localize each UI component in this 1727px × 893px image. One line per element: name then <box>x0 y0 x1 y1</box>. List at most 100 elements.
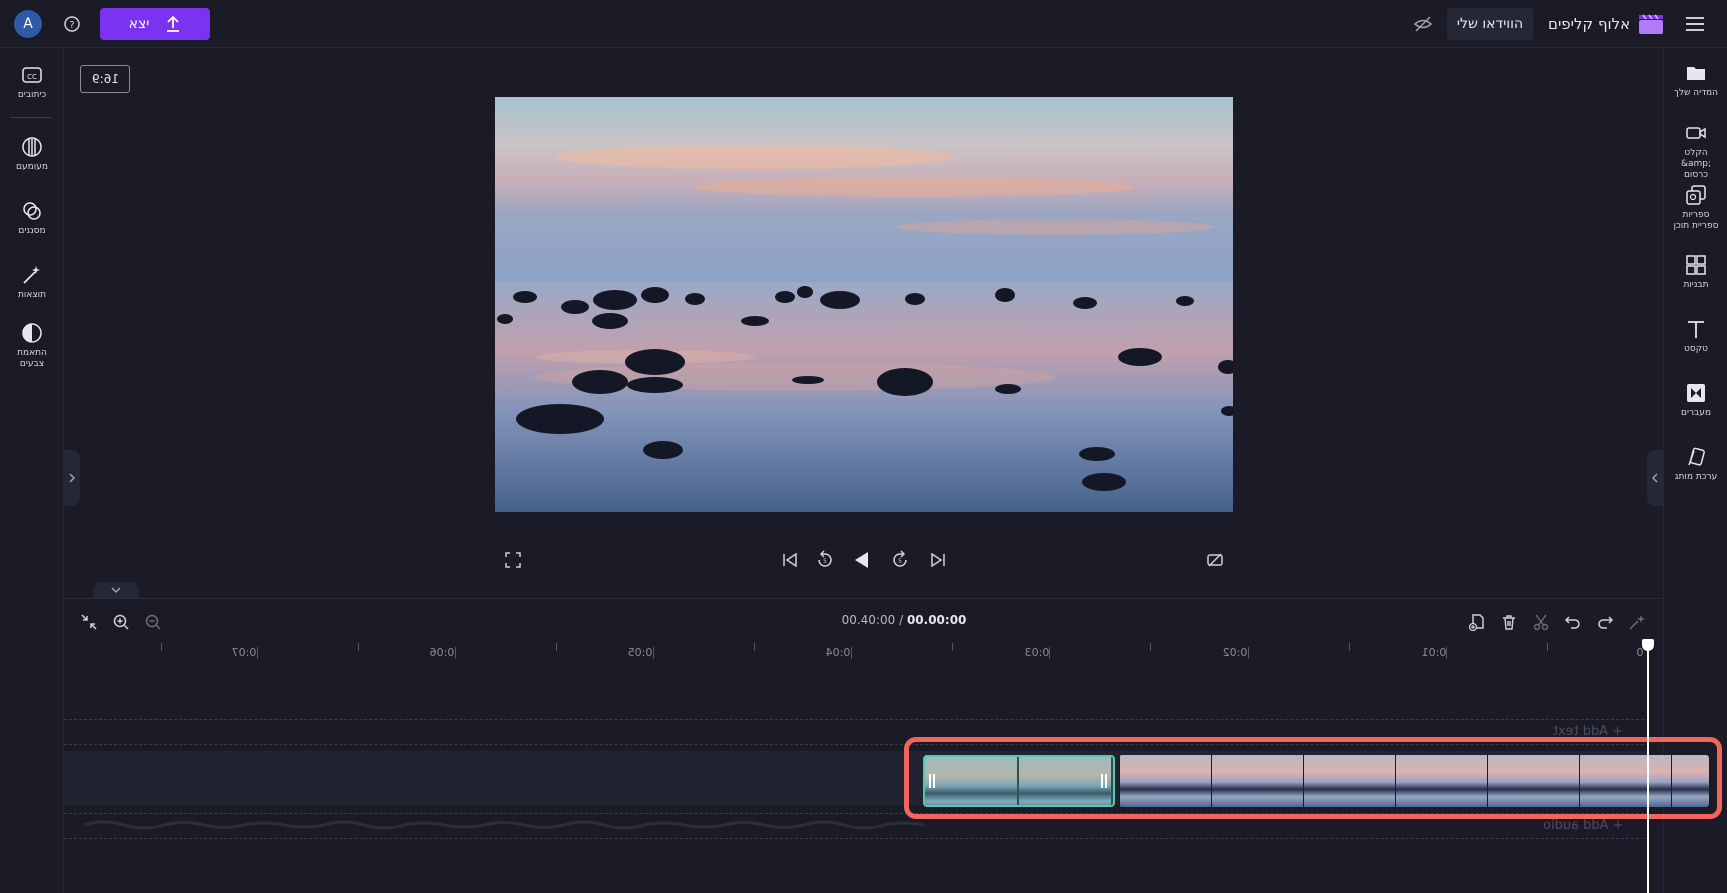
forward-icon: 5 <box>893 550 907 567</box>
folder-icon <box>1687 67 1705 80</box>
my-video-label: הווידאו שלי <box>1456 16 1524 32</box>
ruler-tick <box>1248 647 1249 659</box>
tool-templates[interactable]: תבניות <box>1664 254 1727 291</box>
tool-label: טקסט <box>1684 344 1708 354</box>
redo-button[interactable] <box>1594 611 1616 633</box>
export-button[interactable]: יצא <box>100 8 210 40</box>
fit-icon <box>81 614 97 630</box>
hide-preview-icon[interactable] <box>1412 13 1434 35</box>
templates-icon <box>1686 255 1706 275</box>
audio-waveform <box>84 820 924 830</box>
split-button[interactable] <box>1530 611 1552 633</box>
ruler-tick <box>952 643 953 651</box>
skip-to-end-button[interactable] <box>926 548 950 572</box>
skip-forward-icon <box>931 552 945 568</box>
magic-edit-button[interactable] <box>1626 611 1648 633</box>
contrast-icon <box>22 323 42 343</box>
brand-kit-icon <box>1688 447 1705 466</box>
top-bar: A ? יצא הווידאו שלי אלוף קליפים <box>0 0 1727 48</box>
tool-label: מעומעם <box>16 162 48 172</box>
help-icon[interactable]: ? <box>62 14 82 34</box>
tool-label: ספריות ספריית תוכן <box>1673 210 1719 231</box>
play-icon <box>855 552 868 568</box>
clapperboard-logo-icon <box>1639 14 1664 34</box>
add-media-button[interactable] <box>1466 611 1488 633</box>
add-audio-label[interactable]: + Add audio <box>1543 818 1623 833</box>
timecode: 00.40:00 / 00.00:00 <box>804 613 1004 627</box>
tool-record[interactable]: הקלט &amp; כרסום <box>1664 122 1727 181</box>
zoom-out-button[interactable] <box>142 611 164 633</box>
tool-label: מסננים <box>18 226 46 236</box>
undo-button[interactable] <box>1562 611 1584 633</box>
tool-your-media[interactable]: המדיה שלך <box>1664 62 1727 99</box>
menu-icon[interactable] <box>1684 14 1706 34</box>
tool-label: ערכת מותג <box>1674 472 1718 482</box>
svg-text:CC: CC <box>27 73 37 81</box>
svg-text:?: ? <box>69 20 74 31</box>
ruler-tick <box>1547 643 1548 651</box>
play-button[interactable] <box>850 548 874 572</box>
collapse-right-panel[interactable] <box>1647 450 1663 506</box>
tool-effects[interactable]: תוצאות <box>0 264 64 301</box>
tool-fade[interactable]: מעומעם <box>0 136 64 173</box>
ruler-tick <box>358 643 359 651</box>
forward-5s-button[interactable]: 5 <box>888 548 912 572</box>
tool-brand-kit[interactable]: ערכת מותג <box>1664 446 1727 483</box>
ruler-label: 0:05 <box>627 646 653 659</box>
tool-color-adjust[interactable]: התאמת צבעים <box>0 322 64 370</box>
tool-transitions[interactable]: מעברים <box>1664 382 1727 419</box>
timeline-collapse-handle[interactable] <box>93 582 139 598</box>
camera-icon <box>1686 127 1706 139</box>
my-video-button[interactable]: הווידאו שלי <box>1447 8 1533 40</box>
tool-content-library[interactable]: ספריות ספריית תוכן <box>1664 184 1727 232</box>
upload-icon <box>167 15 180 32</box>
current-time: 00.00:00 <box>906 613 967 627</box>
tool-label: המדיה שלך <box>1674 88 1718 98</box>
chevron-right-icon <box>69 473 76 483</box>
ruler-tick <box>1049 647 1050 659</box>
time-ruler[interactable]: 0 0:01 0:02 0:03 0:04 0:05 0:06 0:07 <box>64 639 1663 667</box>
collapse-left-panel[interactable] <box>64 450 80 506</box>
export-label: יצא <box>128 16 150 32</box>
ruler-label: 0:02 <box>1222 646 1248 659</box>
svg-text:5: 5 <box>823 558 827 565</box>
tool-label: תוצאות <box>17 290 47 300</box>
playhead[interactable] <box>1647 643 1649 893</box>
hide-preview-button[interactable] <box>1203 548 1227 572</box>
library-icon <box>1686 185 1706 205</box>
timeline: 00.40:00 / 00.00:00 0 0:01 0:02 0:03 0:0… <box>64 598 1722 893</box>
ruler-tick <box>1349 643 1350 651</box>
fit-timeline-button[interactable] <box>78 611 100 633</box>
ruler-tick <box>653 647 654 659</box>
scissors-icon <box>1533 614 1549 631</box>
tool-filters[interactable]: מסננים <box>0 200 64 237</box>
aspect-ratio-button[interactable]: 16:9 <box>80 65 130 93</box>
ruler-tick <box>851 647 852 659</box>
total-time: 00.40:00 <box>841 613 896 627</box>
video-preview[interactable] <box>495 97 1233 512</box>
brand: אלוף קליפים <box>1548 10 1664 38</box>
rewind-5s-button[interactable]: 5 <box>813 548 837 572</box>
zoom-in-button[interactable] <box>110 611 132 633</box>
avatar-letter: A <box>23 16 33 32</box>
ruler-label: 0:06 <box>429 646 455 659</box>
zoom-in-icon <box>113 614 129 630</box>
tool-label: כיתובים <box>17 90 47 100</box>
ruler-label: 0:07 <box>231 646 257 659</box>
tool-text[interactable]: טקסט <box>1664 318 1727 355</box>
skip-to-start-button[interactable] <box>778 548 802 572</box>
tool-label: הקלט &amp; כרסום <box>1680 148 1712 180</box>
ruler-label: 0:04 <box>825 646 851 659</box>
tool-captions[interactable]: CC כיתובים <box>0 64 64 101</box>
brand-name: אלוף קליפים <box>1548 15 1631 33</box>
add-file-icon <box>1468 614 1484 631</box>
toolbar-divider <box>10 117 52 118</box>
fullscreen-button[interactable] <box>501 548 525 572</box>
left-toolbar: CC כיתובים מעומעם מסננים תוצאות התאמת צב… <box>0 48 64 893</box>
fade-icon <box>22 137 42 157</box>
delete-button[interactable] <box>1498 611 1520 633</box>
aspect-ratio-label: 16:9 <box>91 72 119 86</box>
magic-wand-icon <box>23 266 40 284</box>
ruler-tick <box>1446 647 1447 659</box>
user-avatar[interactable]: A <box>14 10 42 38</box>
